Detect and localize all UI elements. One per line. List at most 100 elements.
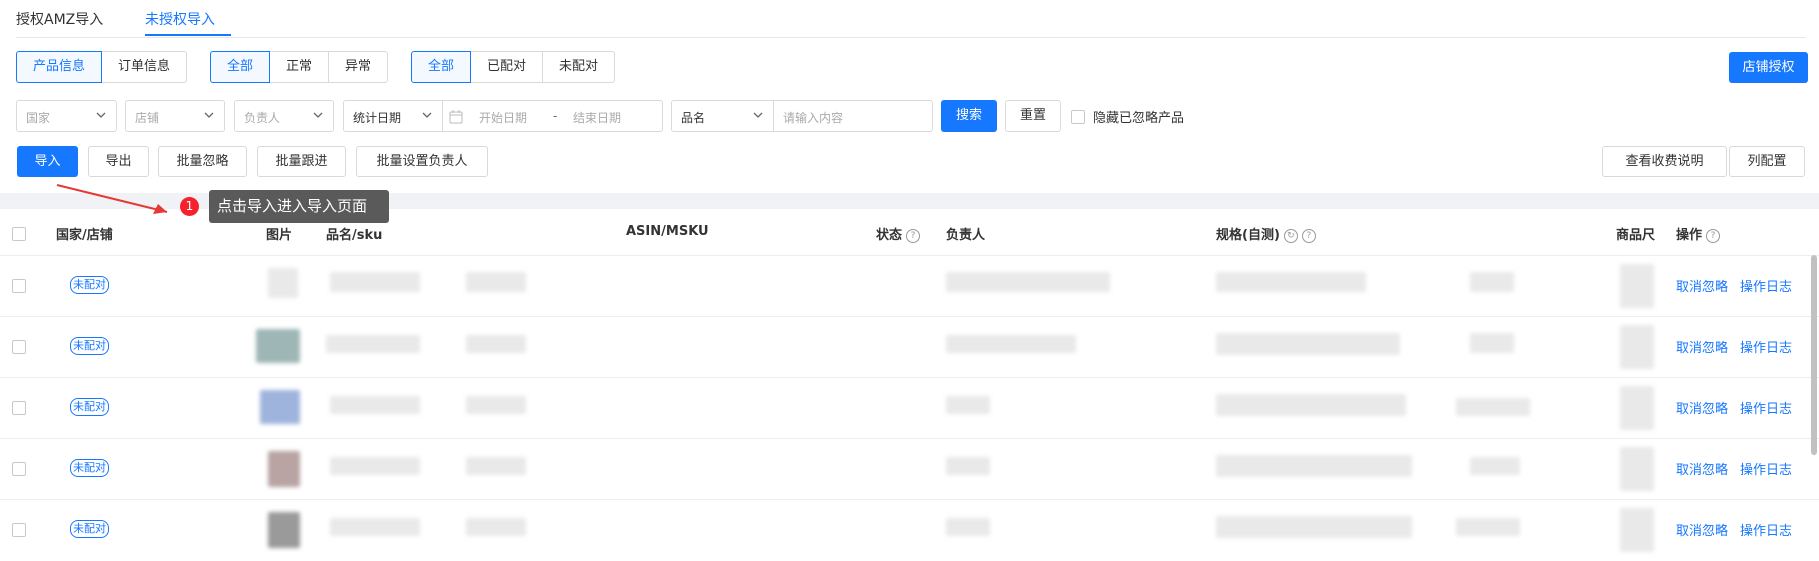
col-product-size: 商品尺 [1616,228,1656,243]
status-abnormal-button[interactable]: 异常 [328,51,389,83]
cancel-ignore-link[interactable]: 取消忽略 [1676,459,1728,478]
table-row[interactable]: 未配对 取消忽略 操作日志 [0,377,1819,439]
owner-placeholder: 负责人 [244,111,281,125]
product-info-button[interactable]: 产品信息 [16,51,103,83]
col-country-store: 国家/店铺 [56,228,113,243]
table-row[interactable]: 未配对 取消忽略 操作日志 [0,438,1819,500]
keyword-input[interactable]: 请输入内容 [773,100,933,132]
redacted-cell [1620,264,1654,308]
order-info-button[interactable]: 订单信息 [101,51,188,83]
hide-ignored-checkbox[interactable] [1071,110,1085,124]
match-all-button[interactable]: 全部 [411,51,472,83]
batch-owner-button[interactable]: 批量设置负责人 [356,146,488,177]
info-type-segment: 产品信息 订单信息 [16,51,188,83]
batch-ignore-button[interactable]: 批量忽略 [158,146,247,177]
import-tabs: 授权AMZ导入 未授权导入 [16,0,1806,38]
date-range-picker[interactable]: 开始日期 - 结束日期 [442,100,663,132]
refresh-icon[interactable]: ↻ [1283,229,1298,243]
operation-log-link[interactable]: 操作日志 [1740,337,1792,356]
search-field-select[interactable]: 品名 [671,100,774,132]
end-date-input[interactable]: 结束日期 [573,109,621,126]
redacted-cell [946,335,1076,353]
help-icon[interactable]: ? [1301,229,1316,243]
redacted-cell [1620,508,1654,552]
redacted-cell [1620,447,1654,491]
redacted-cell [946,272,1110,292]
tab-unauthorized-import[interactable]: 未授权导入 [145,9,215,29]
redacted-cell [1216,333,1400,355]
col-image: 图片 [266,228,293,243]
redacted-cell [1216,516,1412,538]
redacted-cell [326,335,420,353]
export-button[interactable]: 导出 [88,146,149,177]
status-segment: 全部 正常 异常 [210,51,389,83]
redacted-cell [466,335,526,353]
date-type-select[interactable]: 统计日期 [343,100,443,132]
select-all-checkbox[interactable] [12,227,26,241]
redacted-cell [1620,325,1654,369]
col-name-sku: 品名/sku [326,228,383,243]
date-type-value: 统计日期 [353,111,402,125]
column-config-button[interactable]: 列配置 [1729,146,1805,177]
redacted-cell [1216,455,1412,477]
col-spec: 规格(自测) ↻? [1216,224,1316,243]
search-button[interactable]: 搜索 [941,100,997,132]
operation-log-link[interactable]: 操作日志 [1740,459,1792,478]
chevron-down-icon [313,112,323,118]
table-row[interactable]: 未配对 取消忽略 操作日志 [0,316,1819,378]
country-select[interactable]: 国家 [16,100,117,132]
cancel-ignore-link[interactable]: 取消忽略 [1676,337,1728,356]
redacted-cell [466,272,526,292]
fee-info-button[interactable]: 查看收费说明 [1602,146,1727,177]
operation-log-link[interactable]: 操作日志 [1740,276,1792,295]
operation-log-link[interactable]: 操作日志 [1740,398,1792,417]
operation-log-link[interactable]: 操作日志 [1740,520,1792,539]
redacted-cell [946,457,990,475]
redacted-cell [1456,398,1530,416]
match-status-tag: 未配对 [70,459,109,477]
status-all-button[interactable]: 全部 [210,51,271,83]
redacted-cell [466,457,526,475]
reset-button[interactable]: 重置 [1005,100,1061,132]
tab-authorized-amz-import[interactable]: 授权AMZ导入 [16,9,103,29]
row-checkbox[interactable] [12,401,26,415]
chevron-down-icon [96,112,106,118]
redacted-cell [1216,272,1366,292]
col-status-label: 状态 [876,228,903,243]
start-date-input[interactable]: 开始日期 [479,109,527,126]
header-panel: 授权AMZ导入 未授权导入 产品信息 订单信息 全部 正常 异常 全部 已配对 … [0,0,1819,193]
redacted-cell [1470,333,1514,353]
vertical-scrollbar[interactable] [1811,255,1817,455]
import-button[interactable]: 导入 [17,146,78,177]
row-checkbox[interactable] [12,340,26,354]
table-row[interactable]: 未配对 取消忽略 操作日志 [0,255,1819,317]
product-image [260,390,300,424]
matched-button[interactable]: 已配对 [470,51,544,83]
row-checkbox[interactable] [12,523,26,537]
hide-ignored-label: 隐藏已忽略产品 [1093,111,1185,126]
guide-tooltip: 点击导入进入导入页面 [209,190,389,223]
store-select[interactable]: 店铺 [125,100,225,132]
table-row[interactable]: 未配对 取消忽略 操作日志 [0,499,1819,561]
status-normal-button[interactable]: 正常 [269,51,330,83]
col-spec-label: 规格(自测) [1216,228,1280,243]
store-auth-button[interactable]: 店铺授权 [1729,52,1808,83]
cancel-ignore-link[interactable]: 取消忽略 [1676,520,1728,539]
redacted-cell [330,518,420,536]
match-status-tag: 未配对 [70,337,109,355]
batch-follow-button[interactable]: 批量跟进 [257,146,346,177]
row-checkbox[interactable] [12,279,26,293]
help-icon[interactable]: ? [906,229,921,243]
annotation-arrow-icon [56,184,168,214]
unmatched-button[interactable]: 未配对 [542,51,616,83]
cancel-ignore-link[interactable]: 取消忽略 [1676,276,1728,295]
cancel-ignore-link[interactable]: 取消忽略 [1676,398,1728,417]
owner-select[interactable]: 负责人 [234,100,334,132]
row-checkbox[interactable] [12,462,26,476]
help-icon[interactable]: ? [1706,229,1721,243]
product-table: 国家/店铺 图片 品名/sku ASIN/MSKU 状态? 负责人 规格(自测)… [0,209,1819,561]
redacted-cell [330,457,420,475]
active-tab-indicator [145,34,231,36]
step-badge: 1 [180,197,199,216]
match-status-tag: 未配对 [70,276,109,294]
